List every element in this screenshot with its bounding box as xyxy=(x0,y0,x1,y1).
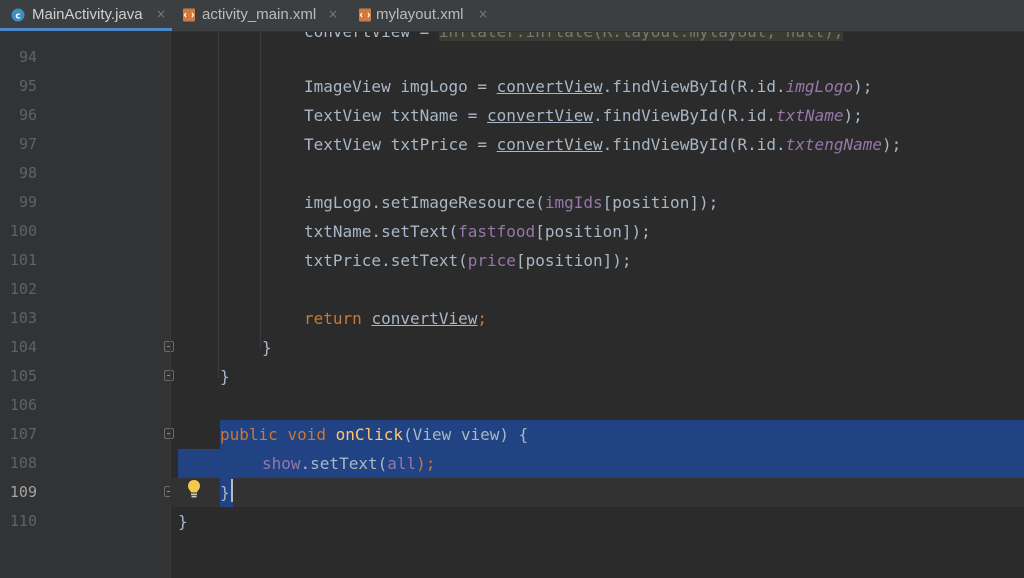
xml-file-icon xyxy=(183,8,195,22)
xml-file-icon xyxy=(359,8,371,22)
lightbulb-icon[interactable] xyxy=(186,479,202,499)
code-line-110: } xyxy=(178,512,188,531)
code-line-97: TextView txtPrice = convertView.findView… xyxy=(304,135,902,154)
code-editor[interactable]: convertView = inflater.inflate(R.layout.… xyxy=(170,32,1024,578)
code-line-95: ImageView imgLogo = convertView.findView… xyxy=(304,77,873,96)
close-icon[interactable]: × xyxy=(328,7,338,21)
code-line-99: imgLogo.setImageResource(imgIds[position… xyxy=(304,193,719,212)
current-line-highlight xyxy=(170,478,1024,507)
line-number-current: 109 xyxy=(9,483,37,501)
line-number: 96 xyxy=(18,106,37,124)
code-line-104: } xyxy=(262,338,272,357)
line-number: 108 xyxy=(9,454,37,472)
code-line-103: return convertView; xyxy=(304,309,488,328)
line-number: 99 xyxy=(18,193,37,211)
code-line-partial: convertView = inflater.inflate(R.layout.… xyxy=(304,32,844,46)
line-number: 110 xyxy=(9,512,37,530)
indent-guide xyxy=(218,32,219,378)
line-number: 102 xyxy=(9,280,37,298)
line-number: 97 xyxy=(18,135,37,153)
tab-mylayout-xml[interactable]: mylayout.xml × xyxy=(350,0,500,31)
code-line-107: public void onClick(View view) { xyxy=(220,425,529,444)
close-icon[interactable]: × xyxy=(478,7,488,21)
code-line-105: } xyxy=(220,367,230,386)
line-number: 98 xyxy=(18,164,37,182)
editor-tab-bar: c MainActivity.java × activity_main.xml … xyxy=(0,0,1024,31)
tab-label: activity_main.xml xyxy=(202,6,317,23)
line-number: 106 xyxy=(9,396,37,414)
tab-label: MainActivity.java xyxy=(32,6,143,23)
line-number: 105 xyxy=(9,367,37,385)
line-number-gutter[interactable]: 94 95 96 97 98 99 100 101 102 103 104 10… xyxy=(0,32,174,578)
tab-mainactivity-java[interactable]: c MainActivity.java × xyxy=(0,0,172,31)
code-line-101: txtPrice.setText(price[position]); xyxy=(304,251,632,270)
code-line-100: txtName.setText(fastfood[position]); xyxy=(304,222,651,241)
line-number: 107 xyxy=(9,425,37,443)
code-line-96: TextView txtName = convertView.findViewB… xyxy=(304,106,863,125)
java-class-icon: c xyxy=(11,8,25,22)
text-caret xyxy=(231,479,233,502)
line-number: 100 xyxy=(9,222,37,240)
code-line-109: } xyxy=(220,483,230,502)
tab-activity-main-xml[interactable]: activity_main.xml × xyxy=(172,0,350,31)
line-number: 103 xyxy=(9,309,37,327)
line-number: 94 xyxy=(18,48,37,66)
indent-guide xyxy=(260,32,261,350)
line-number: 95 xyxy=(18,77,37,95)
svg-text:c: c xyxy=(15,12,20,22)
code-line-108: show.setText(all); xyxy=(262,454,436,473)
close-icon[interactable]: × xyxy=(156,7,166,21)
line-number: 101 xyxy=(9,251,37,269)
tab-label: mylayout.xml xyxy=(376,6,464,23)
line-number: 104 xyxy=(9,338,37,356)
